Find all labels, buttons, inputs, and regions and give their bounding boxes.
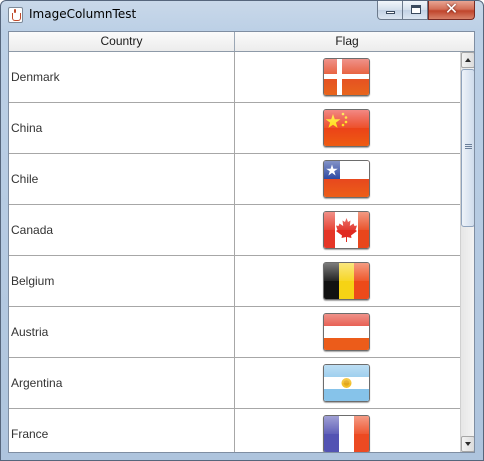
canada-flag-icon bbox=[323, 211, 370, 249]
flag-cell[interactable] bbox=[235, 358, 460, 408]
flag-cell[interactable] bbox=[235, 205, 460, 255]
scrollbar-thumb[interactable] bbox=[461, 69, 474, 227]
flag-cell[interactable] bbox=[235, 256, 460, 306]
scroll-down-button[interactable] bbox=[461, 436, 474, 452]
grip-icon bbox=[465, 148, 472, 149]
country-cell[interactable]: Denmark bbox=[9, 52, 235, 102]
denmark-flag-icon bbox=[323, 58, 370, 96]
column-header-flag[interactable]: Flag bbox=[235, 32, 460, 51]
app-window: ImageColumnTest ✕ Country Flag Denmark C… bbox=[0, 0, 484, 461]
country-cell[interactable]: China bbox=[9, 103, 235, 153]
france-flag-icon bbox=[323, 415, 370, 452]
table-body: Denmark China Chile Canada Belgium Austr… bbox=[9, 52, 460, 452]
maximize-button[interactable] bbox=[402, 1, 428, 20]
table-row[interactable]: France bbox=[9, 409, 460, 452]
table-row[interactable]: Denmark bbox=[9, 52, 460, 103]
flag-cell[interactable] bbox=[235, 52, 460, 102]
table-row[interactable]: Chile bbox=[9, 154, 460, 205]
country-cell[interactable]: Austria bbox=[9, 307, 235, 357]
column-header-country[interactable]: Country bbox=[9, 32, 235, 51]
country-cell[interactable]: Chile bbox=[9, 154, 235, 204]
minimize-button[interactable] bbox=[377, 1, 403, 20]
table-header: Country Flag bbox=[9, 32, 460, 52]
grip-icon bbox=[465, 144, 472, 145]
belgium-flag-icon bbox=[323, 262, 370, 300]
vertical-scrollbar[interactable] bbox=[460, 52, 474, 452]
table-scroll-pane: Country Flag Denmark China Chile Canada … bbox=[8, 31, 475, 453]
close-icon: ✕ bbox=[444, 0, 459, 18]
table-row[interactable]: China bbox=[9, 103, 460, 154]
scroll-down-arrow-icon bbox=[465, 442, 471, 446]
flag-cell[interactable] bbox=[235, 409, 460, 452]
chile-flag-icon bbox=[323, 160, 370, 198]
country-cell[interactable]: Canada bbox=[9, 205, 235, 255]
country-cell[interactable]: Argentina bbox=[9, 358, 235, 408]
flag-cell[interactable] bbox=[235, 154, 460, 204]
country-cell[interactable]: Belgium bbox=[9, 256, 235, 306]
austria-flag-icon bbox=[323, 313, 370, 351]
close-button[interactable]: ✕ bbox=[428, 0, 475, 20]
minimize-icon bbox=[386, 11, 395, 14]
header-corner bbox=[459, 32, 474, 52]
table-row[interactable]: Austria bbox=[9, 307, 460, 358]
grip-icon bbox=[465, 146, 472, 147]
flag-cell[interactable] bbox=[235, 307, 460, 357]
china-flag-icon bbox=[323, 109, 370, 147]
table-row[interactable]: Belgium bbox=[9, 256, 460, 307]
maximize-icon bbox=[411, 5, 421, 14]
scroll-up-button[interactable] bbox=[461, 52, 474, 68]
table-row[interactable]: Argentina bbox=[9, 358, 460, 409]
window-title: ImageColumnTest bbox=[29, 7, 137, 21]
argentina-flag-icon bbox=[323, 364, 370, 402]
scroll-up-arrow-icon bbox=[465, 58, 471, 62]
java-app-icon bbox=[8, 7, 23, 23]
table-row[interactable]: Canada bbox=[9, 205, 460, 256]
title-bar[interactable]: ImageColumnTest ✕ bbox=[1, 0, 483, 29]
country-cell[interactable]: France bbox=[9, 409, 235, 452]
flag-cell[interactable] bbox=[235, 103, 460, 153]
